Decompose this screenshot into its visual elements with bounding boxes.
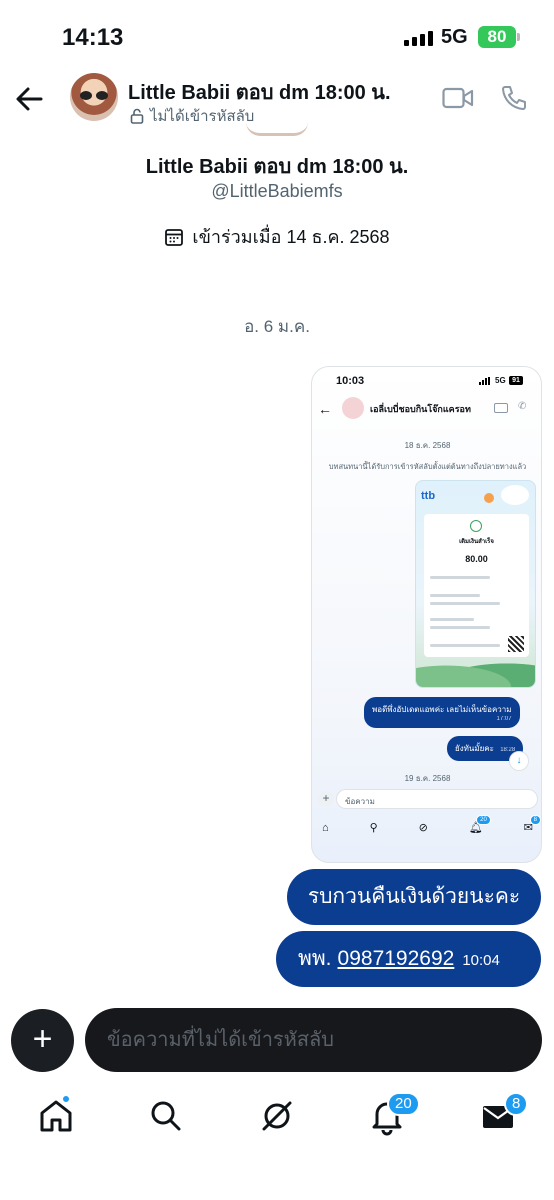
profile-joined: เข้าร่วมเมื่อ 14 ธ.ค. 2568 bbox=[0, 222, 554, 251]
shot-date-separator: 19 ธ.ค. 2568 bbox=[404, 774, 451, 783]
message-bubble[interactable]: รบกวนคืนเงินด้วยนะคะ bbox=[287, 869, 541, 925]
shot-scroll-down-icon: ↓ bbox=[509, 751, 529, 771]
receipt-status: เติมเงินสำเร็จ bbox=[459, 539, 494, 545]
shot-date-separator: 18 ธ.ค. 2568 bbox=[404, 441, 451, 450]
shot-signal-icon bbox=[479, 377, 490, 385]
message-input[interactable]: ข้อความที่ไม่ได้เข้ารหัสลับ bbox=[85, 1008, 542, 1072]
shot-bubble-time: 17:07 bbox=[496, 716, 512, 722]
shot-chat-name: เอลี่เบบี่ชอบกินโจ๊กแครอท bbox=[370, 404, 471, 414]
phone-call-icon[interactable] bbox=[500, 84, 528, 112]
notification-badge: 20 bbox=[387, 1092, 420, 1116]
shot-bell-icon: 🔔︎ 20 bbox=[469, 815, 491, 834]
receipt-line bbox=[430, 626, 490, 629]
bottom-nav: 20 8 bbox=[0, 1086, 554, 1146]
receipt-hills-graphic bbox=[416, 657, 535, 687]
shot-message-input: ข้อความ bbox=[336, 789, 538, 809]
encryption-status: ไม่ได้เข้ารหัสลับ bbox=[130, 104, 254, 128]
search-icon bbox=[151, 1101, 181, 1131]
shot-encryption-notice: บทสนทนานี้ได้รับการเข้ารหัสลับตั้งแต่ต้น… bbox=[328, 462, 527, 471]
video-call-icon[interactable] bbox=[442, 86, 474, 110]
shot-status-time: 10:03 bbox=[336, 375, 365, 387]
shot-message-badge: 8 bbox=[529, 815, 541, 825]
shot-back-icon: ← bbox=[318, 401, 332, 417]
profile-name[interactable]: Little Babii ตอบ dm 18:00 น. bbox=[0, 150, 554, 182]
shot-avatar bbox=[342, 397, 364, 419]
message-time: 10:04 bbox=[462, 952, 500, 969]
shot-grok-icon: ⊘ bbox=[418, 822, 428, 834]
shot-network: 5G bbox=[495, 376, 506, 385]
phone-number-link[interactable]: 0987192692 bbox=[338, 947, 455, 970]
receipt-amount: 80.00 bbox=[465, 554, 488, 564]
grok-icon bbox=[262, 1101, 292, 1131]
shot-battery-icon: 91 bbox=[509, 376, 523, 385]
receipt-line bbox=[430, 602, 500, 605]
profile-handle[interactable]: @LittleBabiemfs bbox=[0, 181, 554, 202]
nav-home[interactable] bbox=[36, 1094, 76, 1136]
shot-home-icon: ⌂ bbox=[322, 821, 329, 834]
date-separator: อ. 6 ม.ค. bbox=[244, 317, 310, 336]
shot-plus-icon: + bbox=[318, 791, 334, 807]
message-text: พพ. bbox=[298, 947, 332, 970]
shot-video-icon bbox=[494, 403, 508, 413]
calendar-icon bbox=[165, 228, 184, 246]
shot-bubble: พอดีพึ่งอัปเดตแอพค่ะ เลยไม่เห็นข้อความ 1… bbox=[364, 697, 520, 728]
nav-search[interactable] bbox=[146, 1096, 186, 1136]
transfer-receipt-image: ttb เติมเงินสำเร็จ 80.00 bbox=[415, 480, 536, 688]
avatar[interactable] bbox=[70, 73, 118, 121]
status-bar: 14:13 5G 80 bbox=[0, 0, 554, 70]
shot-phone-icon: ✆ bbox=[518, 401, 527, 412]
receipt-line bbox=[430, 644, 500, 647]
shot-bubble-text: ยังทันมั้ยคะ bbox=[455, 744, 494, 753]
shot-bubble-text: พอดีพึ่งอัปเดตแอพค่ะ เลยไม่เห็นข้อความ bbox=[372, 705, 512, 714]
unlock-icon bbox=[130, 108, 144, 124]
message-badge: 8 bbox=[504, 1092, 529, 1116]
receipt-card: เติมเงินสำเร็จ 80.00 bbox=[424, 514, 529, 657]
battery-icon: 80 bbox=[478, 26, 520, 48]
network-label: 5G bbox=[441, 26, 468, 48]
signal-icon bbox=[404, 30, 433, 46]
image-message[interactable]: 10:03 5G 91 ← เอลี่เบบี่ชอบกินโจ๊กแครอท … bbox=[311, 366, 542, 863]
receipt-line bbox=[430, 594, 480, 597]
shot-header: ← เอลี่เบบี่ชอบกินโจ๊กแครอท ✆ bbox=[318, 395, 538, 423]
shot-search-icon: ⚲ bbox=[369, 822, 378, 834]
receipt-cat-graphic bbox=[501, 485, 529, 505]
receipt-sun-graphic bbox=[484, 493, 494, 503]
back-arrow-icon[interactable] bbox=[14, 84, 44, 114]
shot-tab-bar: ⌂ ⚲ ⊘ 🔔︎ 20 ✉ 8 bbox=[322, 815, 541, 834]
status-time: 14:13 bbox=[62, 24, 124, 51]
message-bubble[interactable]: พพ. 0987192692 10:04 bbox=[276, 931, 541, 987]
encryption-label: ไม่ได้เข้ารหัสลับ bbox=[150, 108, 255, 125]
nav-notifications[interactable]: 20 bbox=[367, 1092, 420, 1136]
receipt-line bbox=[430, 618, 474, 621]
home-unread-dot bbox=[61, 1094, 71, 1104]
nav-messages[interactable]: 8 bbox=[478, 1092, 529, 1136]
conversation-header: Little Babii ตอบ dm 18:00 น. ไม่ได้เข้าร… bbox=[0, 70, 554, 130]
profile-avatar-peek bbox=[246, 122, 308, 136]
success-check-icon bbox=[470, 520, 482, 532]
receipt-line bbox=[430, 576, 490, 579]
nav-grok[interactable] bbox=[257, 1096, 297, 1136]
add-attachment-button[interactable]: + bbox=[11, 1009, 74, 1072]
qr-code bbox=[508, 636, 524, 652]
bank-logo: ttb bbox=[421, 490, 436, 502]
shot-notification-badge: 20 bbox=[476, 815, 491, 825]
joined-date: เข้าร่วมเมื่อ 14 ธ.ค. 2568 bbox=[192, 227, 390, 247]
shot-mail-icon: ✉ 8 bbox=[524, 815, 541, 834]
